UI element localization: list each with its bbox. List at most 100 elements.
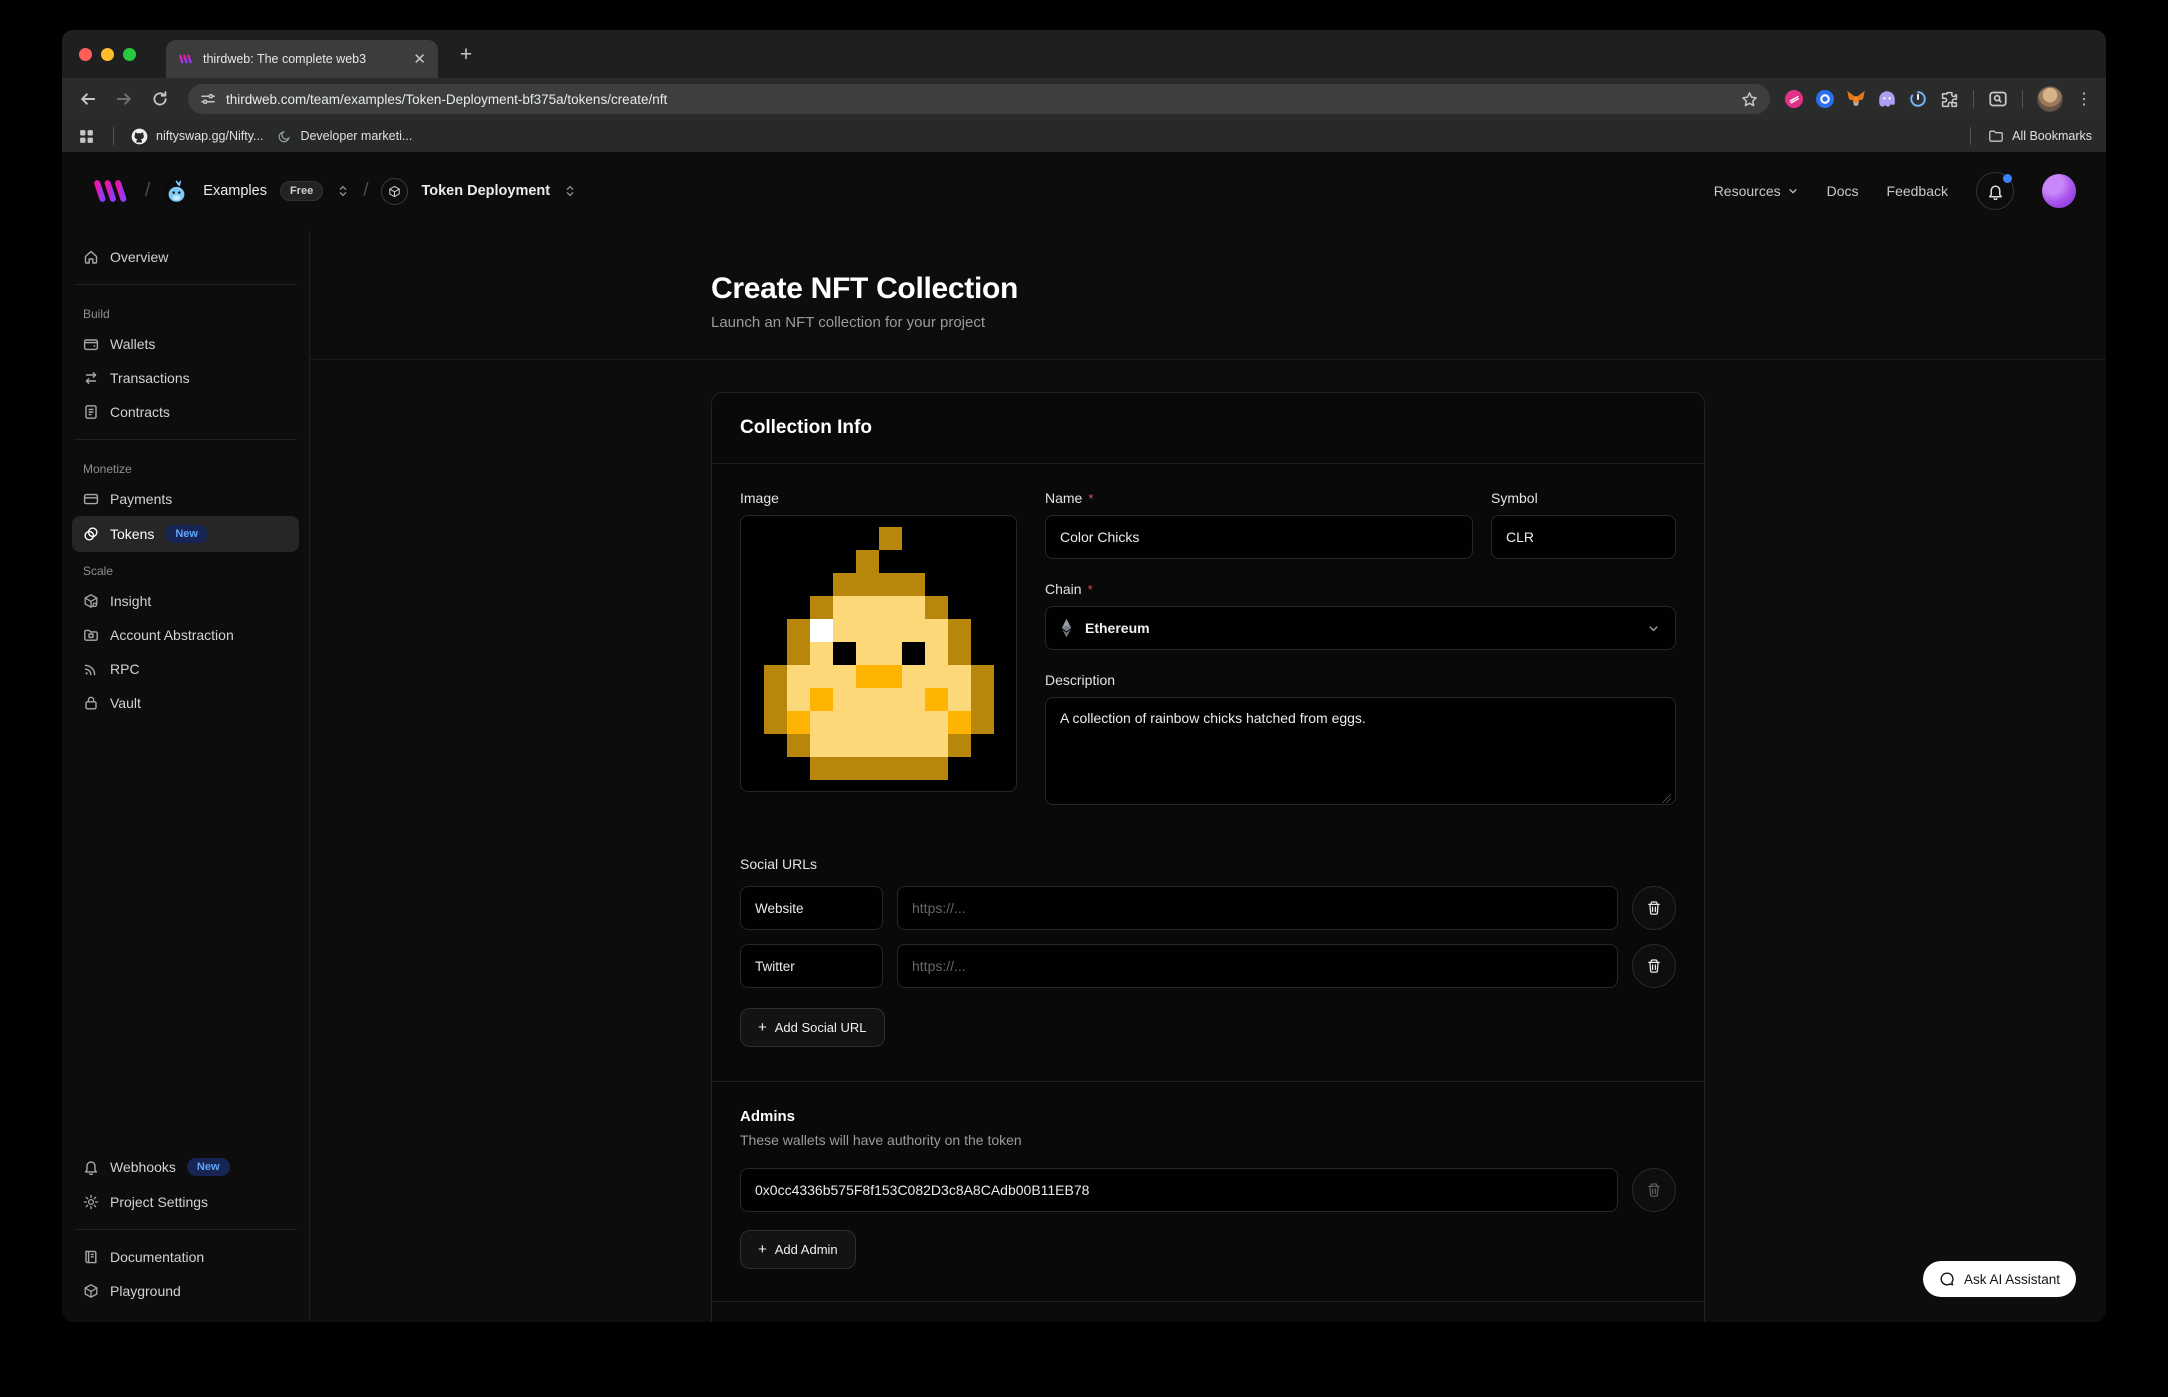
resources-menu[interactable]: Resources [1714,183,1799,199]
browser-tab[interactable]: thirdweb: The complete web3 ✕ [166,40,438,78]
sidebar-item-project-settings[interactable]: Project Settings [72,1185,299,1219]
browser-window: thirdweb: The complete web3 ✕ + thirdwe [62,30,2106,1322]
social-platform-select[interactable]: Website [740,886,883,930]
forward-button[interactable] [110,85,138,113]
symbol-input[interactable] [1491,515,1676,559]
window-controls [79,48,136,61]
social-url-input[interactable] [897,886,1618,930]
delete-admin-button[interactable] [1632,1168,1676,1212]
main-content: Create NFT Collection Launch an NFT coll… [310,230,2106,1322]
admin-address-input[interactable] [740,1168,1618,1212]
zoom-window-button[interactable] [123,48,136,61]
extensions-puzzle-icon[interactable] [1939,89,1959,109]
apps-grid-icon[interactable] [76,126,96,146]
sidebar-item-label: Playground [110,1283,181,1299]
team-name[interactable]: Examples [203,183,267,199]
social-platform-select[interactable]: Twitter [740,944,883,988]
sidebar-item-documentation[interactable]: Documentation [72,1240,299,1274]
admin-row [740,1168,1676,1212]
browser-profile-avatar[interactable] [2037,86,2063,112]
minimize-window-button[interactable] [101,48,114,61]
github-icon [131,128,148,145]
extension-clock-icon[interactable] [1908,89,1928,109]
sidebar-item-label: Account Abstraction [110,627,234,643]
user-avatar[interactable] [2042,174,2076,208]
collection-image-upload[interactable] [740,515,1017,792]
credit-card-icon [83,491,99,507]
ask-ai-assistant-button[interactable]: Ask AI Assistant [1923,1261,2076,1297]
back-button[interactable] [74,85,102,113]
sidebar-item-vault[interactable]: Vault [72,686,299,720]
bookmark-star-icon[interactable] [1741,91,1758,108]
resize-handle[interactable] [1662,794,1671,803]
delete-social-url-button[interactable] [1632,944,1676,988]
admins-section: Admins These wallets will have authority… [712,1081,1704,1301]
project-switcher-icon[interactable] [563,184,577,198]
project-name[interactable]: Token Deployment [421,183,550,199]
thirdweb-logo[interactable] [92,179,132,203]
social-urls-label: Social URLs [740,856,1676,872]
sidebar-item-label: Overview [110,249,168,265]
chevron-down-icon [1787,185,1799,197]
admins-title: Admins [740,1108,1676,1125]
all-bookmarks-button[interactable]: All Bookmarks [1988,128,2092,144]
bookmark-label: Developer marketi... [300,129,412,143]
sidebar-item-transactions[interactable]: Transactions [72,361,299,395]
team-switcher-icon[interactable] [336,184,350,198]
bookmark-developer-marketing[interactable]: Developer marketi... [277,129,412,144]
sidebar-item-account-abstraction[interactable]: Account Abstraction [72,618,299,652]
chain-select[interactable]: Ethereum [1045,606,1676,650]
sidebar-item-webhooks[interactable]: Webhooks New [72,1149,299,1185]
phantom-icon[interactable] [1877,89,1897,109]
site-info-icon[interactable] [200,91,216,107]
browser-menu-icon[interactable]: ⋮ [2074,89,2094,109]
book-icon [83,1249,99,1265]
tab-close-icon[interactable]: ✕ [413,52,426,67]
sidebar-item-insight[interactable]: Insight [72,584,299,618]
description-textarea[interactable]: A collection of rainbow chicks hatched f… [1045,697,1676,805]
sidebar-item-wallets[interactable]: Wallets [72,327,299,361]
social-url-row-website: Website [740,886,1676,930]
image-field-label: Image [740,490,1017,506]
feedback-link[interactable]: Feedback [1887,183,1948,199]
home-icon [83,249,99,265]
bookmark-niftyswap[interactable]: niftyswap.gg/Nifty... [131,128,263,145]
close-window-button[interactable] [79,48,92,61]
sidebar-item-playground[interactable]: Playground [72,1274,299,1308]
sidebar-item-label: Wallets [110,336,155,352]
social-url-input[interactable] [897,944,1618,988]
url-bar[interactable]: thirdweb.com/team/examples/Token-Deploym… [188,84,1770,114]
reload-button[interactable] [146,85,174,113]
trash-icon [1646,900,1662,916]
metamask-icon[interactable] [1846,89,1866,109]
sidebar-item-tokens[interactable]: Tokens New [72,516,299,552]
trash-icon [1646,958,1662,974]
sidebar-divider [74,284,297,285]
browser-toolbar: thirdweb.com/team/examples/Token-Deploym… [62,78,2106,120]
insight-icon [83,593,99,609]
sidebar-item-contracts[interactable]: Contracts [72,395,299,429]
new-tab-button[interactable]: + [452,41,480,69]
delete-social-url-button[interactable] [1632,886,1676,930]
extension-blue-icon[interactable] [1815,89,1835,109]
sidebar-item-payments[interactable]: Payments [72,482,299,516]
name-input[interactable] [1045,515,1473,559]
chain-field-label: Chain* [1045,581,1676,597]
card-title: Collection Info [740,417,1676,439]
sidebar-item-label: Documentation [110,1249,204,1265]
docs-link[interactable]: Docs [1827,183,1859,199]
tab-search-icon[interactable] [1988,89,2008,109]
toolbar-divider [2022,90,2023,108]
plus-icon: + [758,1242,767,1257]
add-social-url-button[interactable]: + Add Social URL [740,1008,885,1047]
add-admin-button[interactable]: + Add Admin [740,1230,856,1269]
team-avatar [163,178,190,205]
bookmarks-divider [1970,127,1971,145]
notifications-button[interactable] [1976,172,2014,210]
extension-pink-icon[interactable] [1784,89,1804,109]
sidebar-item-rpc[interactable]: RPC [72,652,299,686]
sidebar-item-overview[interactable]: Overview [72,240,299,274]
gear-icon [83,1194,99,1210]
new-badge: New [165,525,208,543]
sidebar-item-label: Insight [110,593,151,609]
